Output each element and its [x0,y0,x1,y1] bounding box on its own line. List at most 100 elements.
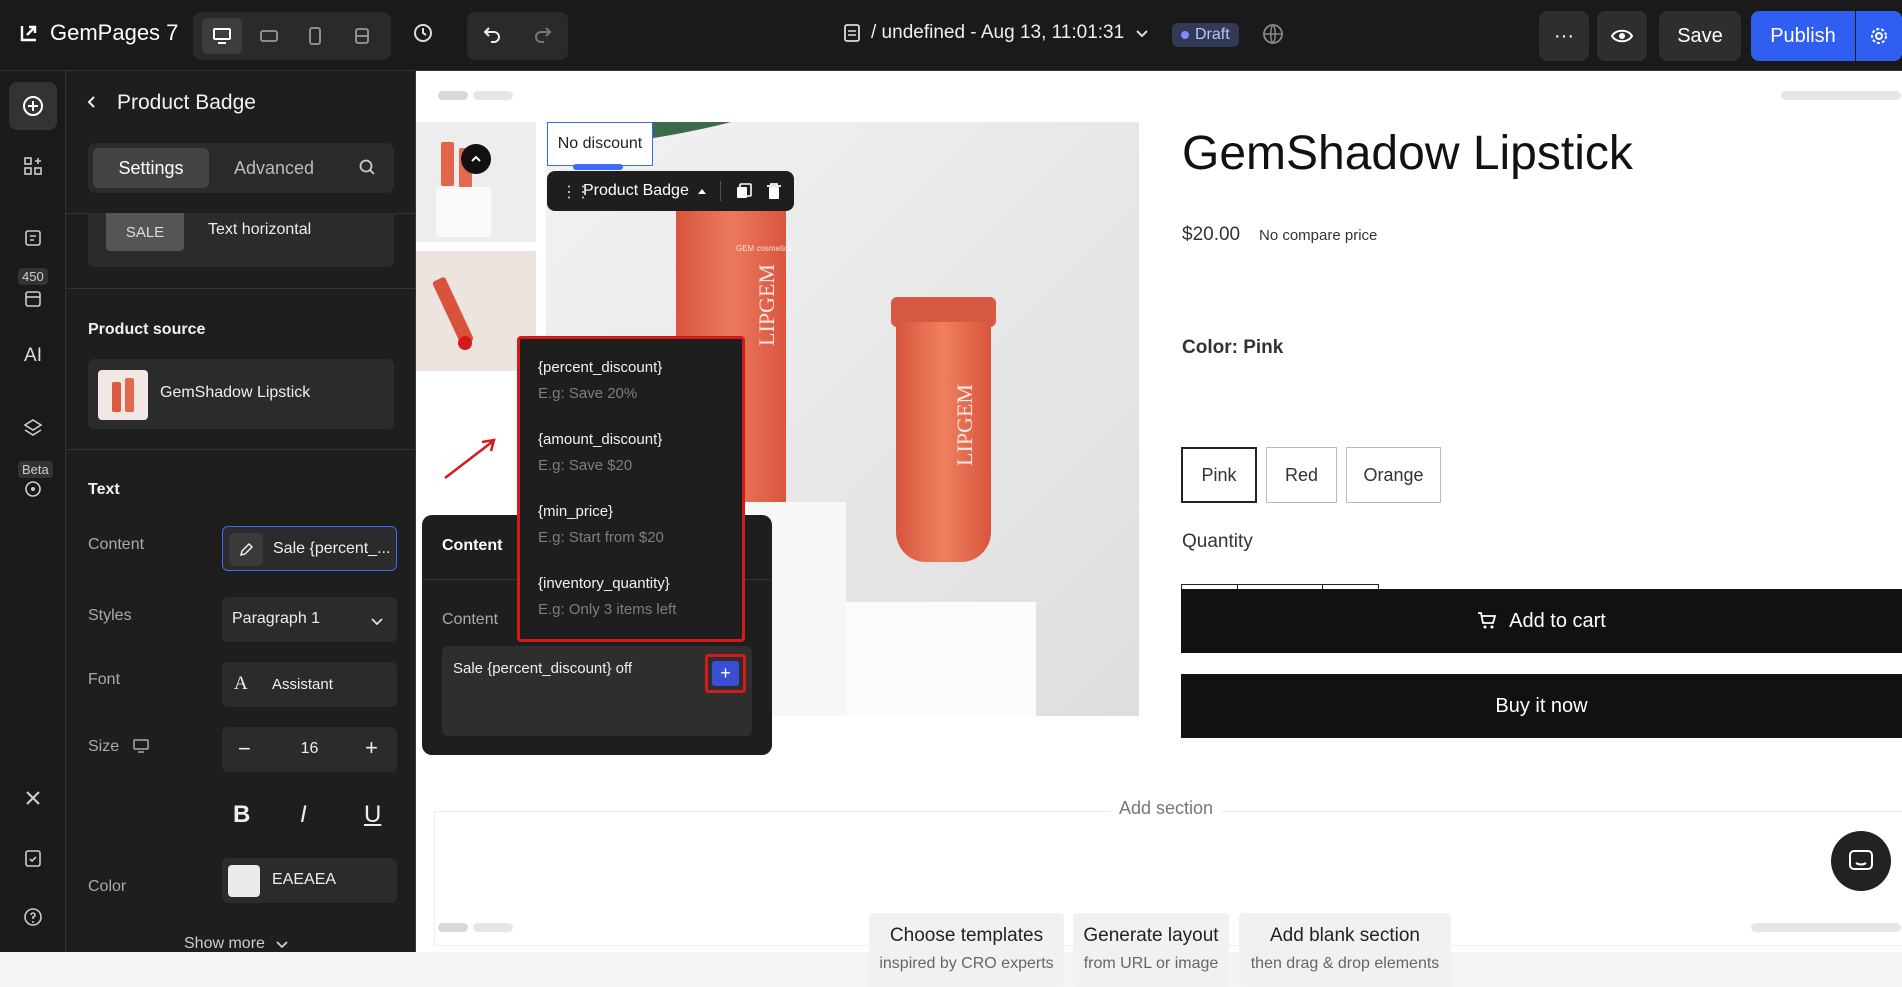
underline-button[interactable]: U [364,801,381,829]
buy-now-button[interactable]: Buy it now [1181,674,1902,738]
trash-icon[interactable] [765,181,783,201]
edit-content-button[interactable] [229,533,263,566]
panel-search-button[interactable] [358,158,376,181]
toolbar-label[interactable]: Product Badge [583,182,689,200]
product-title: GemShadow Lipstick [1182,127,1633,180]
element-toolbar: ⋮⋮ Product Badge [547,171,794,211]
duplicate-icon[interactable] [735,182,753,200]
badge-resize-handle[interactable] [573,164,623,170]
divider [720,181,721,201]
add-to-cart-button[interactable]: Add to cart [1181,589,1902,653]
product-source-picker[interactable]: GemShadow Lipstick [88,359,394,429]
placeholder-line [438,923,468,932]
red-arrow-annotation [444,438,496,479]
product-badge[interactable]: No discount [547,122,653,166]
badge-style-option[interactable]: SALE Text horizontal [88,213,394,267]
theme-button[interactable] [0,479,66,499]
thumbnail-prev-button[interactable] [461,144,491,174]
show-more-button[interactable]: Show more [184,935,289,953]
placeholder-line [473,91,513,100]
variable-inventory-quantity[interactable]: {inventory_quantity} E.g: Only 3 items le… [538,575,676,618]
popover-content-label: Content [442,611,499,628]
sections-button[interactable] [0,156,66,176]
desktop-icon [213,28,232,44]
styles-label: Styles [88,607,132,624]
variable-percent-discount[interactable]: {percent_discount} E.g: Save 20% [538,359,662,402]
desktop-icon[interactable] [132,738,150,754]
add-section-label: Add section [1111,798,1222,819]
tablet-landscape-view-button[interactable] [249,18,289,54]
save-button[interactable]: Save [1659,11,1741,61]
variant-red[interactable]: Red [1266,447,1337,503]
text-heading: Text [88,481,120,498]
bold-button[interactable]: B [233,801,250,829]
plus-icon: + [712,661,739,686]
history-button[interactable] [412,22,434,49]
custom-view-button[interactable] [342,18,382,54]
caret-up-icon[interactable] [697,187,707,195]
library-icon [25,291,41,307]
product-name: GemShadow Lipstick [160,384,311,401]
tube-brand-text: LIPGEM [951,384,977,466]
publish-button[interactable]: Publish [1751,11,1855,61]
variant-orange[interactable]: Orange [1346,447,1441,503]
color-option-label: Color: Pink [1182,337,1284,358]
clipboard-check-icon [25,850,41,867]
generate-layout-button[interactable]: Generate layout from URL or image [1073,913,1229,987]
pages-button[interactable] [0,228,66,248]
page-title: / undefined - Aug 13, 11:01:31 [871,22,1125,43]
product-source-heading: Product source [88,321,206,338]
italic-button[interactable]: I [300,801,307,829]
content-field[interactable]: Sale {percent_... [222,526,397,571]
panel-tabs: Settings Advanced [88,143,394,193]
color-picker[interactable]: EAEAEA [222,858,397,903]
mobile-view-button[interactable] [295,18,335,54]
globe-button[interactable] [1261,22,1285,51]
help-button[interactable] [0,907,66,927]
tablet-landscape-icon [259,30,278,42]
chevron-left-icon [87,96,95,108]
quantity-label: Quantity [1182,531,1253,552]
product-thumbnail-1[interactable] [416,122,536,242]
styles-select[interactable]: Paragraph 1 [222,597,397,642]
variable-amount-discount[interactable]: {amount_discount} E.g: Save $20 [538,431,662,474]
redo-button[interactable] [532,23,554,50]
content-value: Sale {percent_... [273,540,391,557]
device-switcher [193,12,391,60]
add-element-button[interactable] [9,82,57,130]
ai-button[interactable]: AI [0,345,66,367]
placeholder-line [438,91,468,100]
back-button[interactable] [84,94,100,115]
placeholder-line [473,923,513,932]
layers-icon [23,419,43,436]
desktop-view-button[interactable] [202,18,243,54]
variant-pink[interactable]: Pink [1181,447,1257,503]
more-button[interactable]: ··· [1539,11,1589,61]
tab-advanced[interactable]: Advanced [216,148,332,188]
choose-templates-button[interactable]: Choose templates inspired by CRO experts [869,913,1064,987]
undo-icon [483,26,501,43]
checklist-button[interactable] [0,848,66,868]
notification-count: 450 [18,268,48,285]
insert-variable-button[interactable]: + [705,654,746,693]
top-bar: GemPages 7 / undefined - Aug 13, 11:01:3… [0,0,1902,71]
chat-button[interactable] [1831,831,1891,891]
preview-button[interactable] [1597,11,1647,61]
beta-badge: Beta [18,461,53,478]
product-thumbnail [98,370,148,420]
font-select[interactable]: A Assistant [222,662,397,707]
page-title-selector[interactable]: / undefined - Aug 13, 11:01:31 [843,22,1150,44]
help-icon [24,908,42,926]
x-social-button[interactable] [0,789,66,807]
undo-button[interactable] [481,23,503,50]
add-blank-section-button[interactable]: Add blank section then drag & drop elemen… [1239,913,1451,987]
redo-icon [534,26,552,43]
product-price: $20.00 [1182,224,1241,245]
tab-settings[interactable]: Settings [93,148,209,188]
app-logo[interactable]: GemPages 7 [18,20,178,46]
library-button[interactable] [0,289,66,309]
publish-settings-button[interactable] [1856,11,1902,61]
variable-min-price[interactable]: {min_price} E.g: Start from $20 [538,503,664,546]
size-increase-button[interactable]: + [365,735,378,761]
layers-button[interactable] [0,418,66,438]
